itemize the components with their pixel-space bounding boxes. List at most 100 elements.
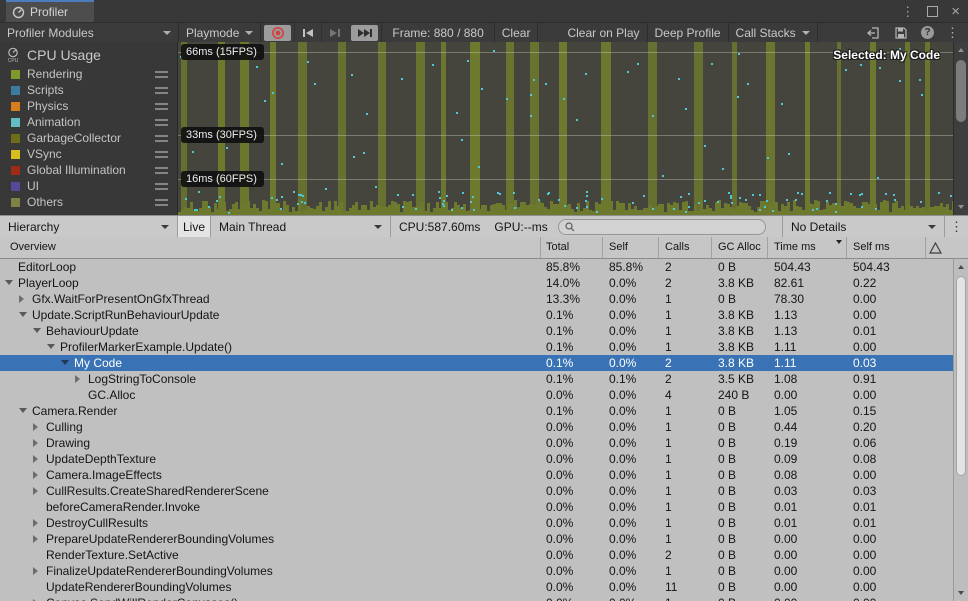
table-row[interactable]: EditorLoop85.8%85.8%20 B504.43504.43 (0, 259, 953, 275)
table-row[interactable]: UpdateDepthTexture0.0%0.0%10 B0.090.08 (0, 451, 953, 467)
table-row[interactable]: ProfilerMarkerExample.Update()0.1%0.0%13… (0, 339, 953, 355)
scroll-down-icon[interactable] (958, 205, 964, 209)
drag-handle-icon[interactable] (155, 119, 168, 126)
table-row[interactable]: beforeCameraRender.Invoke0.0%0.0%10 B0.0… (0, 499, 953, 515)
column-time-ms[interactable]: Time ms (774, 241, 840, 253)
table-scrollbar-thumb[interactable] (956, 276, 966, 476)
search-box[interactable] (558, 219, 766, 235)
drag-handle-icon[interactable] (155, 183, 168, 190)
playmode-dropdown[interactable]: Playmode (179, 23, 260, 43)
table-row[interactable]: PlayerLoop14.0%0.0%23.8 KB82.610.22 (0, 275, 953, 291)
call-stacks-dropdown[interactable]: Call Stacks (729, 23, 817, 43)
legend-item-others[interactable]: Others (0, 194, 177, 210)
column-separator[interactable] (846, 237, 847, 258)
expand-arrow-icon[interactable] (33, 455, 38, 463)
table-row[interactable]: My Code0.1%0.0%23.8 KB1.110.03 (0, 355, 953, 371)
expand-arrow-icon[interactable] (33, 439, 38, 447)
legend-item-ui[interactable]: UI (0, 178, 177, 194)
column-self[interactable]: Self (609, 241, 659, 253)
profiler-modules-dropdown[interactable]: Profiler Modules (0, 23, 178, 43)
close-icon[interactable]: × (951, 4, 960, 19)
expand-arrow-icon[interactable] (33, 423, 38, 431)
current-frame-button[interactable] (351, 25, 378, 41)
clear-button[interactable]: Clear (495, 23, 538, 43)
scroll-up-icon[interactable] (958, 265, 964, 269)
warning-column-icon[interactable] (929, 242, 942, 254)
collapse-arrow-icon[interactable] (33, 328, 41, 333)
drag-handle-icon[interactable] (155, 167, 168, 174)
cpu-usage-chart[interactable]: 66ms (15FPS)33ms (30FPS)16ms (60FPS)Sele… (178, 42, 953, 215)
maximize-icon[interactable] (927, 6, 938, 17)
expand-arrow-icon[interactable] (75, 375, 80, 383)
column-separator[interactable] (602, 237, 603, 258)
legend-item-animation[interactable]: Animation (0, 114, 177, 130)
column-separator[interactable] (711, 237, 712, 258)
collapse-arrow-icon[interactable] (19, 408, 27, 413)
table-row[interactable]: UpdateRendererBoundingVolumes0.0%0.0%110… (0, 579, 953, 595)
table-row[interactable]: LogStringToConsole0.1%0.1%23.5 KB1.080.9… (0, 371, 953, 387)
column-calls[interactable]: Calls (665, 241, 711, 253)
chart-scrollbar-thumb[interactable] (956, 60, 966, 122)
table-row[interactable]: Camera.Render0.1%0.0%10 B1.050.15 (0, 403, 953, 419)
legend-item-rendering[interactable]: Rendering (0, 66, 177, 82)
table-row[interactable]: DestroyCullResults0.0%0.0%10 B0.010.01 (0, 515, 953, 531)
legend-item-garbagecollector[interactable]: GarbageCollector (0, 130, 177, 146)
next-frame-button[interactable] (321, 23, 348, 43)
live-toggle[interactable]: Live (178, 216, 211, 237)
table-row[interactable]: Gfx.WaitForPresentOnGfxThread13.3%0.0%10… (0, 291, 953, 307)
table-row[interactable]: RenderTexture.SetActive0.0%0.0%20 B0.000… (0, 547, 953, 563)
help-button[interactable]: ? (914, 23, 941, 43)
scroll-up-icon[interactable] (958, 48, 964, 52)
legend-item-vsync[interactable]: VSync (0, 146, 177, 162)
save-profile-button[interactable] (887, 23, 914, 43)
details-dropdown[interactable]: No Details (782, 216, 945, 237)
column-separator[interactable] (540, 237, 541, 258)
expand-arrow-icon[interactable] (33, 519, 38, 527)
table-row[interactable]: Culling0.0%0.0%10 B0.440.20 (0, 419, 953, 435)
search-input[interactable] (579, 220, 759, 234)
hierarchy-menu-button[interactable]: ⋮ (945, 216, 968, 237)
load-profile-button[interactable] (860, 23, 887, 43)
column-overview[interactable]: Overview (10, 241, 56, 253)
column-self-ms[interactable]: Self ms (853, 241, 919, 253)
drag-handle-icon[interactable] (155, 199, 168, 206)
collapse-arrow-icon[interactable] (61, 360, 69, 365)
column-separator[interactable] (767, 237, 768, 258)
expand-arrow-icon[interactable] (19, 295, 24, 303)
table-row[interactable]: Canvas.SendWillRenderCanvases()0.0%0.0%1… (0, 595, 953, 601)
drag-handle-icon[interactable] (155, 135, 168, 142)
expand-arrow-icon[interactable] (33, 535, 38, 543)
table-row[interactable]: Camera.ImageEffects0.0%0.0%10 B0.080.00 (0, 467, 953, 483)
table-scrollbar[interactable] (953, 259, 968, 601)
scroll-down-icon[interactable] (958, 591, 964, 595)
thread-dropdown[interactable]: Main Thread (211, 216, 391, 237)
column-gc-alloc[interactable]: GC Alloc (718, 241, 764, 253)
expand-arrow-icon[interactable] (33, 567, 38, 575)
table-row[interactable]: Update.ScriptRunBehaviourUpdate0.1%0.0%1… (0, 307, 953, 323)
clear-on-play-button[interactable]: Clear on Play (560, 23, 646, 43)
table-row[interactable]: GC.Alloc0.0%0.0%4240 B0.000.00 (0, 387, 953, 403)
expand-arrow-icon[interactable] (33, 487, 38, 495)
cpu-usage-module-header[interactable]: CPU CPU Usage (0, 42, 177, 66)
prev-frame-button[interactable] (294, 23, 321, 43)
legend-item-global-illumination[interactable]: Global Illumination (0, 162, 177, 178)
view-mode-dropdown[interactable]: Hierarchy (0, 216, 178, 237)
record-button[interactable] (264, 25, 291, 41)
expand-arrow-icon[interactable] (33, 471, 38, 479)
toolbar-menu-button[interactable]: ⋮ (941, 23, 968, 43)
column-total[interactable]: Total (546, 241, 602, 253)
collapse-arrow-icon[interactable] (5, 280, 13, 285)
column-separator[interactable] (658, 237, 659, 258)
table-row[interactable]: PrepareUpdateRendererBoundingVolumes0.0%… (0, 531, 953, 547)
table-row[interactable]: BehaviourUpdate0.1%0.0%13.8 KB1.130.01 (0, 323, 953, 339)
window-menu-icon[interactable]: ⋮ (901, 5, 914, 18)
table-row[interactable]: CullResults.CreateSharedRendererScene0.0… (0, 483, 953, 499)
column-separator[interactable] (925, 237, 926, 258)
deep-profile-button[interactable]: Deep Profile (648, 23, 728, 43)
tab-profiler[interactable]: Profiler (6, 0, 94, 22)
legend-item-physics[interactable]: Physics (0, 98, 177, 114)
collapse-arrow-icon[interactable] (19, 312, 27, 317)
chart-scrollbar[interactable] (953, 42, 968, 215)
drag-handle-icon[interactable] (155, 87, 168, 94)
drag-handle-icon[interactable] (155, 103, 168, 110)
